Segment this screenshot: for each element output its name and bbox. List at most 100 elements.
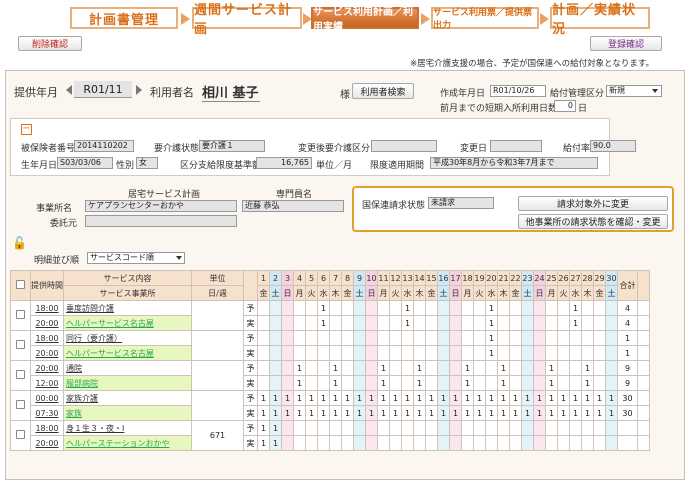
- act-cell[interactable]: [605, 315, 618, 331]
- plan-cell[interactable]: 1: [317, 390, 330, 406]
- plan-cell[interactable]: [425, 420, 438, 436]
- plan-cell[interactable]: [281, 360, 294, 376]
- act-cell[interactable]: [377, 345, 390, 361]
- plan-cell[interactable]: 1: [449, 390, 462, 406]
- act-cell[interactable]: 1: [269, 435, 282, 451]
- act-cell[interactable]: 1: [401, 315, 414, 331]
- act-cell[interactable]: 1: [485, 405, 498, 421]
- act-cell[interactable]: [281, 345, 294, 361]
- service-name[interactable]: 垂度訪問介護: [63, 300, 192, 316]
- act-cell[interactable]: [341, 435, 354, 451]
- act-cell[interactable]: 1: [521, 405, 534, 421]
- plan-cell[interactable]: 1: [401, 390, 414, 406]
- act-cell[interactable]: [413, 315, 426, 331]
- plan-cell[interactable]: 1: [473, 390, 486, 406]
- act-cell[interactable]: [473, 435, 486, 451]
- plan-cell[interactable]: 1: [257, 390, 270, 406]
- plan-cell[interactable]: [305, 300, 318, 316]
- act-cell[interactable]: 1: [461, 375, 474, 391]
- plan-cell[interactable]: [317, 360, 330, 376]
- plan-cell[interactable]: [389, 300, 402, 316]
- tab-plan-management[interactable]: 計画書管理: [70, 7, 178, 29]
- plan-cell[interactable]: [485, 360, 498, 376]
- plan-cell[interactable]: [533, 300, 546, 316]
- row-checkbox[interactable]: [10, 330, 31, 361]
- act-cell[interactable]: [377, 435, 390, 451]
- act-cell[interactable]: 1: [425, 405, 438, 421]
- act-cell[interactable]: 1: [293, 375, 306, 391]
- end-time[interactable]: 12:00: [30, 375, 64, 391]
- plan-cell[interactable]: [569, 420, 582, 436]
- act-cell[interactable]: [521, 315, 534, 331]
- plan-cell[interactable]: [341, 420, 354, 436]
- act-cell[interactable]: [365, 315, 378, 331]
- act-cell[interactable]: 1: [533, 405, 546, 421]
- act-cell[interactable]: [521, 375, 534, 391]
- plan-cell[interactable]: [473, 330, 486, 346]
- prev-month-icon[interactable]: [66, 85, 72, 95]
- plan-cell[interactable]: [389, 330, 402, 346]
- plan-cell[interactable]: [413, 300, 426, 316]
- act-cell[interactable]: [353, 375, 366, 391]
- plan-cell[interactable]: [461, 330, 474, 346]
- service-name[interactable]: 身１生３・夜・Ⅰ: [63, 420, 192, 436]
- act-cell[interactable]: 1: [449, 405, 462, 421]
- start-time[interactable]: 18:00: [30, 330, 64, 346]
- act-cell[interactable]: 1: [485, 315, 498, 331]
- act-cell[interactable]: 1: [461, 405, 474, 421]
- plan-cell[interactable]: [281, 330, 294, 346]
- plan-cell[interactable]: 1: [329, 360, 342, 376]
- plan-cell[interactable]: [257, 360, 270, 376]
- plan-cell[interactable]: [581, 330, 594, 346]
- plan-cell[interactable]: [581, 300, 594, 316]
- act-cell[interactable]: 1: [305, 405, 318, 421]
- next-month-icon[interactable]: [136, 85, 142, 95]
- act-cell[interactable]: 1: [497, 375, 510, 391]
- act-cell[interactable]: [569, 345, 582, 361]
- plan-cell[interactable]: 1: [365, 390, 378, 406]
- act-cell[interactable]: [509, 315, 522, 331]
- act-cell[interactable]: [293, 315, 306, 331]
- plan-cell[interactable]: [269, 360, 282, 376]
- row-checkbox[interactable]: [10, 390, 31, 421]
- plan-cell[interactable]: 1: [305, 390, 318, 406]
- select-all-checkbox[interactable]: [10, 270, 31, 301]
- plan-cell[interactable]: 1: [425, 390, 438, 406]
- start-time[interactable]: 20:00: [30, 360, 64, 376]
- plan-cell[interactable]: [269, 330, 282, 346]
- plan-cell[interactable]: 1: [377, 390, 390, 406]
- act-cell[interactable]: 1: [545, 405, 558, 421]
- act-cell[interactable]: 1: [473, 405, 486, 421]
- act-cell[interactable]: [557, 375, 570, 391]
- service-name[interactable]: 通院: [63, 360, 192, 376]
- plan-cell[interactable]: [425, 360, 438, 376]
- act-cell[interactable]: [569, 375, 582, 391]
- plan-cell[interactable]: [509, 420, 522, 436]
- act-cell[interactable]: [389, 315, 402, 331]
- act-cell[interactable]: [281, 435, 294, 451]
- act-cell[interactable]: 1: [509, 405, 522, 421]
- act-cell[interactable]: [257, 375, 270, 391]
- plan-cell[interactable]: [305, 330, 318, 346]
- tab-weekly-plan[interactable]: 週間サービス計画: [192, 3, 302, 37]
- act-cell[interactable]: [377, 315, 390, 331]
- plan-cell[interactable]: 1: [509, 390, 522, 406]
- end-time[interactable]: 20:00: [30, 345, 64, 361]
- plan-cell[interactable]: [425, 300, 438, 316]
- lock-icon[interactable]: 🔓: [12, 236, 27, 250]
- plan-cell[interactable]: [257, 330, 270, 346]
- act-cell[interactable]: [401, 345, 414, 361]
- act-cell[interactable]: 1: [317, 315, 330, 331]
- plan-cell[interactable]: [533, 420, 546, 436]
- plan-cell[interactable]: [437, 360, 450, 376]
- plan-cell[interactable]: [353, 300, 366, 316]
- act-cell[interactable]: 1: [257, 405, 270, 421]
- act-cell[interactable]: [317, 345, 330, 361]
- end-time[interactable]: 20:00: [30, 435, 64, 451]
- plan-cell[interactable]: [329, 330, 342, 346]
- act-cell[interactable]: [473, 345, 486, 361]
- act-cell[interactable]: [389, 435, 402, 451]
- act-cell[interactable]: [365, 435, 378, 451]
- act-cell[interactable]: [509, 375, 522, 391]
- act-cell[interactable]: [425, 315, 438, 331]
